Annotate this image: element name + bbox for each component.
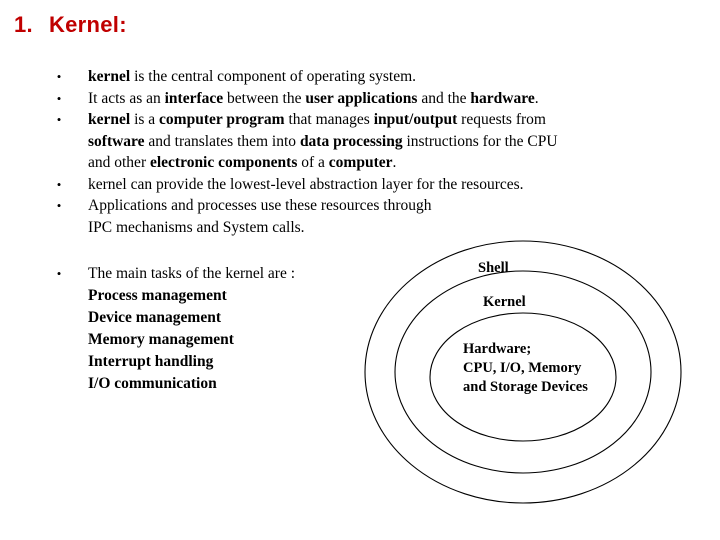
plain-text: is a	[130, 111, 160, 128]
emphasis-text: Interrupt handling	[88, 353, 214, 370]
bullet-group-kernel-description: • kernel is the central component of oper…	[0, 66, 720, 238]
emphasis-text: Process management	[88, 287, 227, 304]
emphasis-text: hardware	[470, 89, 535, 107]
plain-text: .	[534, 89, 539, 107]
bullet-line: • kernel can provide the lowest-level abs…	[0, 174, 720, 196]
plain-text: instructions for the CPU	[402, 132, 558, 150]
bullet-continuation-text: Memory management	[88, 329, 390, 351]
bullet-line: • Applications and processes use these re…	[0, 195, 720, 217]
emphasis-text: computer	[328, 154, 393, 171]
bullet-marker-icon: •	[56, 266, 62, 281]
plain-text: of a	[297, 154, 329, 171]
plain-text: that manages	[284, 111, 374, 128]
bullet-line: • kernel is a computer program that manag…	[0, 109, 720, 131]
bullet-line: • It acts as an interface between the use…	[0, 88, 720, 110]
bullet-text: Applications and processes use these res…	[88, 195, 712, 217]
emphasis-text: Memory management	[88, 331, 234, 348]
bullet-text: It acts as an interface between the user…	[88, 88, 712, 110]
ring-label-hardware-line1: Hardware;	[463, 341, 532, 357]
bullet-text: The main tasks of the kernel are :	[88, 263, 390, 285]
bullet-marker-icon: •	[56, 69, 62, 84]
emphasis-text: kernel	[88, 111, 131, 128]
ring-label-kernel: Kernel	[483, 294, 526, 310]
plain-text: is the central component of operating sy…	[130, 68, 416, 85]
onion-layers-diagram: Shell Kernel Hardware; CPU, I/O, Memory …	[355, 232, 695, 512]
ring-label-hardware-line2: CPU, I/O, Memory	[463, 360, 582, 376]
ring-label-hardware: Hardware; CPU, I/O, Memory and Storage D…	[463, 340, 588, 397]
title-number: 1.	[14, 12, 33, 37]
emphasis-text: kernel	[88, 68, 131, 85]
emphasis-text: data processing	[299, 132, 403, 150]
emphasis-text: input/output	[373, 111, 458, 128]
bullet-continuation-text: I/O communication	[88, 373, 390, 395]
bullet-line: and other electronic components of a com…	[0, 152, 720, 174]
bullet-continuation-text: and other electronic components of a com…	[88, 152, 712, 174]
plain-text: kernel can provide the lowest-level abst…	[88, 175, 524, 193]
ring-label-hardware-line3: and Storage Devices	[463, 379, 588, 395]
bullet-line: software and translates them into data p…	[0, 131, 720, 153]
bullet-text: kernel can provide the lowest-level abst…	[88, 174, 712, 196]
emphasis-text: I/O communication	[88, 375, 217, 392]
bullet-line: • kernel is the central component of oper…	[0, 66, 720, 88]
bullet-text: kernel is a computer program that manage…	[88, 109, 712, 131]
plain-text: requests from	[457, 111, 546, 128]
bullet-marker-icon: •	[56, 90, 62, 106]
bullet-marker-icon: •	[56, 176, 62, 192]
emphasis-text: user applications	[305, 89, 418, 107]
plain-text: and the	[417, 89, 471, 107]
bullet-marker-icon: •	[56, 112, 62, 127]
bullet-text: kernel is the central component of opera…	[88, 66, 712, 88]
bullet-continuation-text: Interrupt handling	[88, 351, 390, 373]
plain-text: and other	[88, 154, 150, 171]
ring-label-shell: Shell	[478, 260, 509, 276]
emphasis-text: computer program	[159, 111, 285, 128]
emphasis-text: interface	[164, 89, 224, 107]
plain-text: It acts as an	[88, 89, 165, 107]
plain-text: The main tasks of the kernel are :	[88, 265, 296, 282]
bullet-continuation-text: Device management	[88, 307, 390, 329]
slide-canvas: 1. Kernel: • kernel is the central compon…	[0, 0, 720, 540]
bullet-continuation-text: Process management	[88, 285, 390, 307]
bullet-marker-icon: •	[56, 198, 62, 213]
plain-text: IPC mechanisms and System calls.	[88, 218, 305, 236]
emphasis-text: electronic components	[149, 154, 298, 171]
plain-text: between the	[223, 89, 306, 107]
bullet-continuation-text: software and translates them into data p…	[88, 131, 712, 153]
plain-text: and translates them into	[144, 132, 300, 150]
title-text: Kernel:	[48, 12, 127, 37]
emphasis-text: Device management	[88, 309, 221, 326]
plain-text: .	[392, 154, 397, 171]
emphasis-text: software	[88, 132, 145, 150]
plain-text: Applications and processes use these res…	[88, 197, 432, 214]
page-title: 1. Kernel:	[14, 12, 127, 38]
